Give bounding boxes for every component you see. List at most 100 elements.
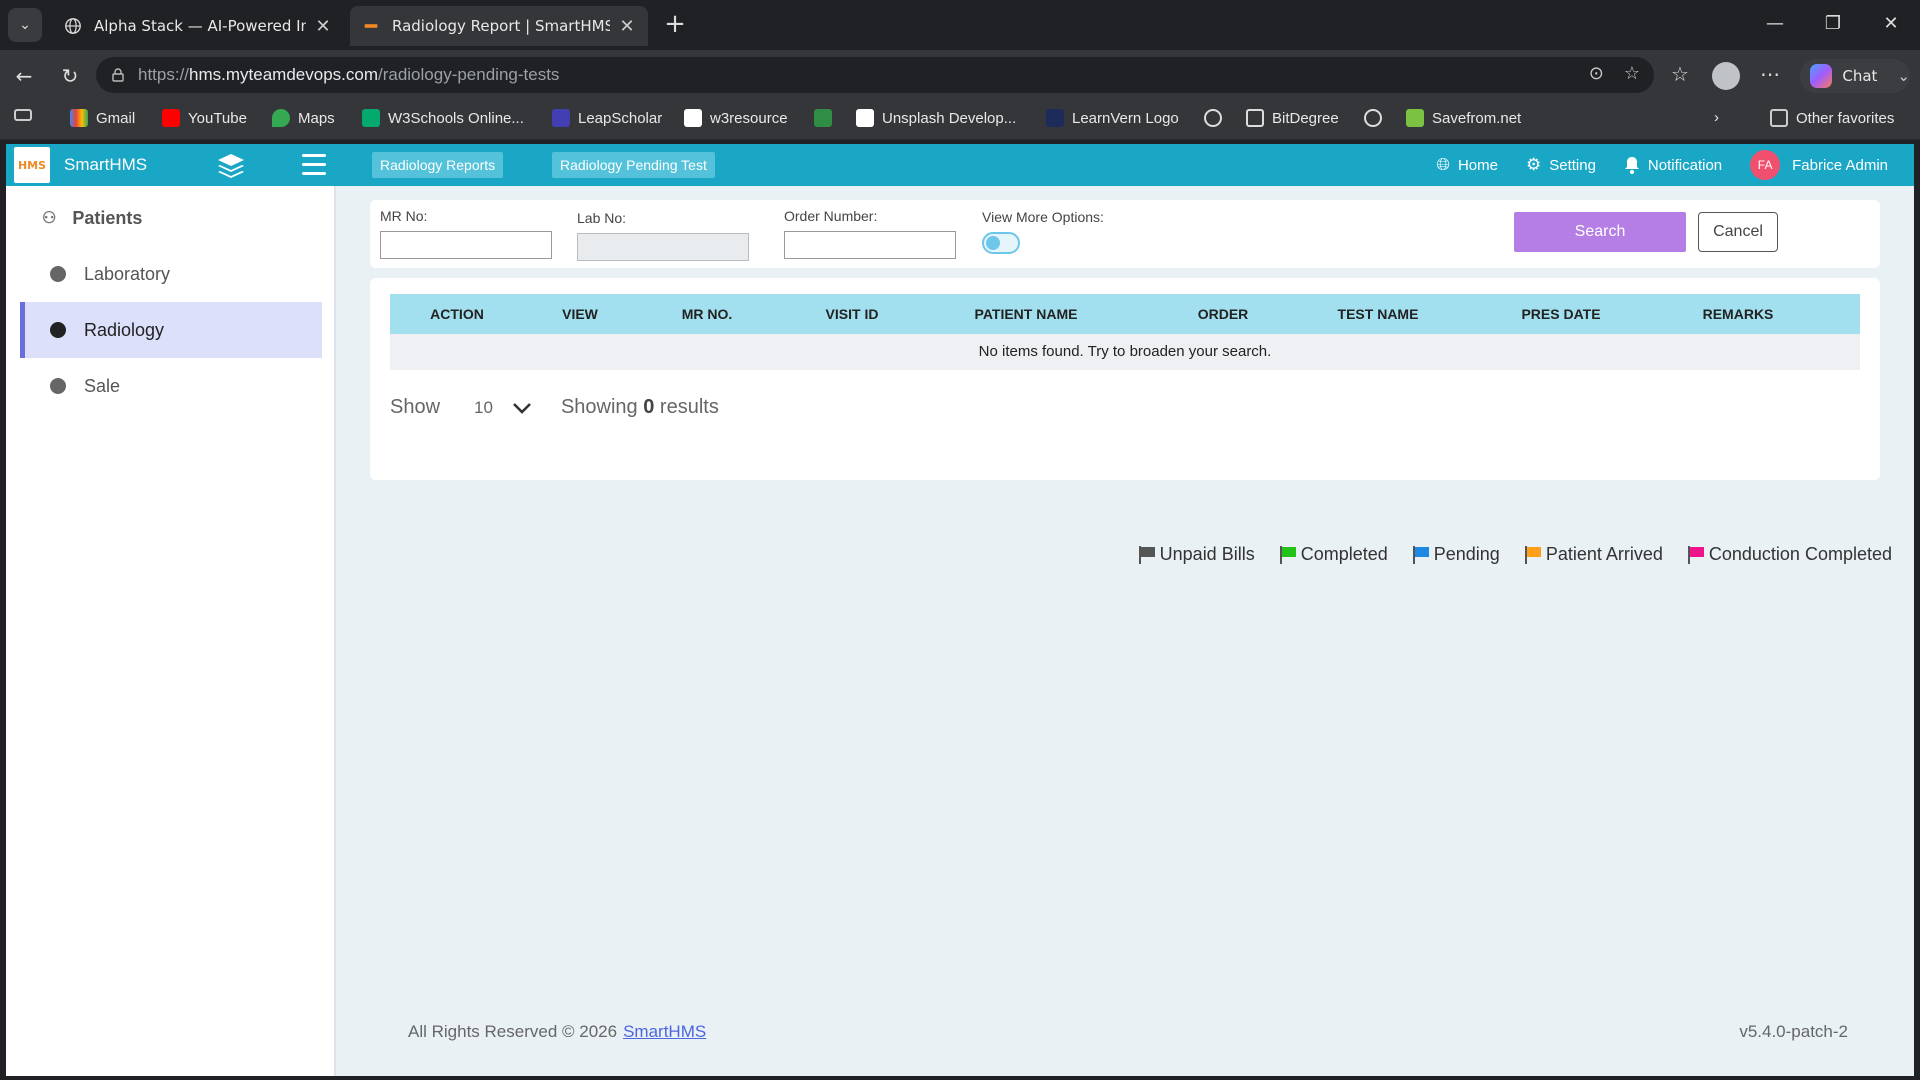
setting-link[interactable]: ⚙ Setting — [1526, 155, 1596, 175]
order-number-label: Order Number: — [784, 208, 878, 224]
bookmark-geeksforgeeks[interactable] — [814, 109, 840, 127]
column-header-order[interactable]: ORDER — [1126, 294, 1320, 334]
close-window-icon[interactable]: ✕ — [1866, 8, 1916, 40]
bookmark-globe-2[interactable] — [1364, 109, 1390, 127]
browser-tab-alpha-stack[interactable]: Alpha Stack — AI-Powered Investi ✕ — [52, 6, 344, 46]
tab-title: Alpha Stack — AI-Powered Investi — [94, 17, 306, 35]
column-header-remarks[interactable]: REMARKS — [1686, 294, 1790, 334]
copilot-chat-button[interactable]: Chat ⌄ — [1800, 59, 1910, 93]
notification-link[interactable]: Notification — [1624, 156, 1722, 174]
bullet-icon — [50, 322, 66, 338]
tab-list-button[interactable]: ⌄ — [8, 8, 42, 42]
flag-icon — [1524, 545, 1541, 564]
bookmark-w3resource[interactable]: w3resource — [684, 109, 788, 127]
view-more-options-toggle[interactable] — [982, 232, 1020, 254]
column-header-test-name[interactable]: TEST NAME — [1320, 294, 1436, 334]
column-header-visit-id[interactable]: VISIT ID — [778, 294, 926, 334]
footer-smarthms-link[interactable]: SmartHMS — [623, 1022, 706, 1041]
avatar: FA — [1750, 150, 1781, 180]
browser-tab-radiology[interactable]: Radiology Report | SmartHMS ✕ — [350, 6, 648, 46]
bookmark-gmail[interactable]: Gmail — [70, 109, 135, 127]
w3schools-icon — [362, 109, 380, 127]
bookmark-maps[interactable]: Maps — [272, 109, 335, 127]
sidebar-item-label: Radiology — [84, 319, 165, 340]
user-name: Fabrice Admin — [1792, 156, 1888, 174]
chevron-down-icon[interactable] — [511, 397, 533, 419]
url-text: https://hms.myteamdevops.com/radiology-p… — [138, 65, 560, 84]
column-header-action[interactable]: ACTION — [390, 294, 524, 334]
star-icon[interactable]: ☆ — [1624, 63, 1640, 84]
menu-toggle-icon[interactable] — [302, 154, 326, 176]
bookmark-unsplash[interactable]: Unsplash Develop... — [856, 109, 1016, 127]
close-tab-icon[interactable]: ✕ — [314, 16, 332, 37]
version-label: v5.4.0-patch-2 — [1739, 1022, 1848, 1041]
reader-icon[interactable]: ⊙ — [1589, 63, 1604, 84]
bullet-icon — [50, 266, 66, 282]
results-card: ACTION VIEW MR NO. VISIT ID PATIENT NAME… — [370, 278, 1880, 480]
bookmark-youtube[interactable]: YouTube — [162, 109, 247, 127]
patient-icon: ⚇ — [42, 210, 57, 227]
reload-icon[interactable]: ↻ — [54, 60, 86, 92]
favorites-icon[interactable]: ☆ — [1666, 62, 1694, 86]
cancel-button[interactable]: Cancel — [1698, 212, 1778, 252]
bookmark-w3schools[interactable]: W3Schools Online... — [362, 109, 524, 127]
page-size-select[interactable]: 10 — [474, 398, 493, 418]
browser-tab-bar: ⌄ Alpha Stack — AI-Powered Investi ✕ Rad… — [0, 0, 1920, 50]
legend-item-pending: Pending — [1412, 544, 1500, 565]
bookmark-learnvern[interactable]: LearnVern Logo — [1046, 109, 1179, 127]
tab-radiology-pending-test[interactable]: Radiology Pending Test — [552, 152, 715, 178]
sidebar-item-sale[interactable]: Sale — [20, 358, 322, 414]
profile-avatar-icon[interactable] — [1712, 62, 1740, 90]
tab-actions-icon[interactable] — [14, 109, 40, 121]
minimize-icon[interactable]: — — [1750, 8, 1800, 40]
folder-icon — [1770, 109, 1788, 127]
column-header-pres-date[interactable]: PRES DATE — [1436, 294, 1686, 334]
sidebar-item-patients[interactable]: ⚇ Patients — [20, 190, 322, 246]
globe-icon — [1204, 109, 1222, 127]
tab-radiology-reports[interactable]: Radiology Reports — [372, 152, 504, 178]
order-number-input[interactable] — [784, 231, 956, 259]
new-tab-button[interactable]: + — [660, 10, 690, 40]
bullet-icon — [50, 378, 66, 394]
sidebar: ⚇ Patients Laboratory Radiology Sale — [6, 186, 336, 1076]
pagination: Show 10 Showing 0 results — [390, 396, 719, 419]
site-info-icon[interactable] — [110, 67, 126, 83]
url-bar[interactable]: https://hms.myteamdevops.com/radiology-p… — [96, 57, 1654, 93]
bitdegree-icon — [1246, 109, 1264, 127]
view-more-options-label: View More Options: — [982, 209, 1104, 225]
maps-icon — [272, 109, 290, 127]
globe-icon — [65, 18, 81, 34]
youtube-icon — [162, 109, 180, 127]
chevron-down-icon: ⌄ — [19, 17, 31, 33]
bookmark-leapscholar[interactable]: LeapScholar — [552, 109, 662, 127]
mr-no-label: MR No: — [380, 208, 428, 224]
chevron-right-icon[interactable]: › — [1714, 109, 1719, 126]
bookmark-savefrom[interactable]: Savefrom.net — [1406, 109, 1521, 127]
home-link[interactable]: 🌐︎ Home — [1436, 155, 1498, 175]
column-header-view[interactable]: VIEW — [524, 294, 636, 334]
mr-no-input[interactable] — [380, 231, 552, 259]
sidebar-item-radiology[interactable]: Radiology — [20, 302, 322, 358]
globe-icon — [1364, 109, 1382, 127]
column-header-mr-no[interactable]: MR NO. — [636, 294, 778, 334]
sidebar-item-laboratory[interactable]: Laboratory — [20, 246, 322, 302]
gears-icon: ⚙ — [1525, 155, 1542, 174]
close-tab-icon[interactable]: ✕ — [618, 16, 636, 37]
restore-icon[interactable]: ❐ — [1808, 8, 1858, 40]
brand-name[interactable]: SmartHMS — [64, 155, 147, 175]
legend-item-completed: Completed — [1279, 544, 1388, 565]
smarthms-app: HMS SmartHMS Radiology Reports Radiology… — [6, 144, 1914, 1076]
bookmark-globe[interactable] — [1204, 109, 1230, 127]
back-arrow-icon[interactable]: ← — [8, 60, 40, 92]
column-header-patient-name[interactable]: PATIENT NAME — [926, 294, 1126, 334]
other-favorites[interactable]: Other favorites — [1770, 109, 1894, 127]
search-button[interactable]: Search — [1514, 212, 1686, 252]
user-menu[interactable]: FA Fabrice Admin — [1750, 150, 1888, 180]
more-options-icon[interactable]: ⋯ — [1756, 62, 1784, 86]
bookmark-bitdegree[interactable]: BitDegree — [1246, 109, 1339, 127]
layers-icon[interactable] — [216, 152, 246, 180]
brand-logo[interactable]: HMS — [14, 147, 50, 183]
gmail-icon — [70, 109, 88, 127]
lab-no-input[interactable] — [577, 233, 749, 261]
empty-table-message: No items found. Try to broaden your sear… — [390, 334, 1860, 370]
